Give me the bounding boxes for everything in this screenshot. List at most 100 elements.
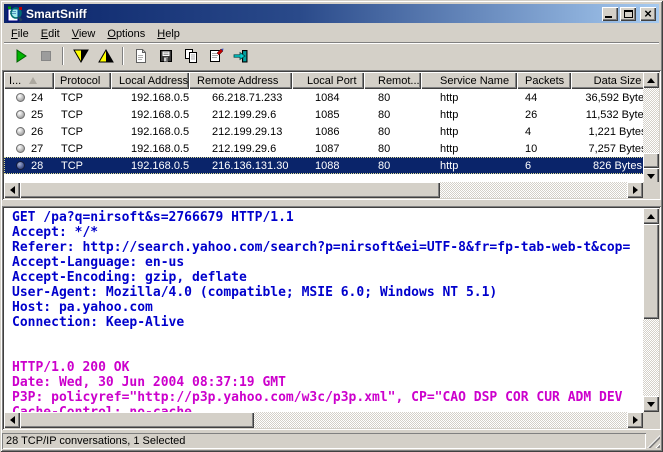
scroll-left-button[interactable]	[4, 412, 20, 428]
scrollbar-corner	[643, 412, 659, 428]
resize-grip[interactable]	[647, 435, 660, 448]
scrollbar-corner	[643, 182, 659, 198]
conversation-icon	[16, 127, 25, 136]
scroll-right-button[interactable]	[627, 412, 643, 428]
table-horizontal-scrollbar[interactable]	[4, 182, 643, 198]
table-body: 24 TCP 192.168.0.5 66.218.71.233 1084 80…	[4, 89, 659, 174]
viewer-vertical-scrollbar[interactable]	[643, 208, 659, 412]
arrow-right-icon	[633, 186, 642, 194]
status-text: 28 TCP/IP conversations, 1 Selected	[6, 435, 185, 447]
properties-icon	[208, 48, 224, 64]
clear-button[interactable]	[129, 45, 152, 67]
start-capture-icon	[13, 48, 29, 64]
arrow-up-icon	[647, 210, 655, 219]
stop-capture-button[interactable]	[34, 45, 57, 67]
exit-door-icon	[233, 48, 249, 64]
exit-button[interactable]	[229, 45, 252, 67]
window-title: SmartSniff	[26, 7, 602, 21]
display-filter-button[interactable]	[94, 45, 117, 67]
table-row[interactable]: 24 TCP 192.168.0.5 66.218.71.233 1084 80…	[4, 89, 659, 106]
funnel-up-icon	[97, 48, 115, 64]
arrow-up-icon	[647, 74, 655, 83]
properties-button[interactable]	[204, 45, 227, 67]
request-line: GET /pa?q=nirsoft&s=2766679 HTTP/1.1	[12, 210, 643, 225]
window-frame: SmartSniff × File Edit View Options Help	[0, 0, 663, 452]
arrow-down-icon	[647, 402, 655, 411]
response-line: Cache-Control: no-cache	[12, 405, 643, 412]
title-bar[interactable]: SmartSniff ×	[4, 4, 659, 23]
minimize-button[interactable]	[602, 7, 618, 21]
request-response-gap	[12, 330, 643, 360]
menu-edit[interactable]: Edit	[35, 26, 66, 42]
scroll-down-button[interactable]	[643, 396, 659, 412]
table-row[interactable]: 27 TCP 192.168.0.5 212.199.29.6 1087 80 …	[4, 140, 659, 157]
viewer-horizontal-scrollbar[interactable]	[4, 412, 643, 428]
arrow-left-icon	[6, 416, 15, 424]
table-row[interactable]: 26 TCP 192.168.0.5 212.199.29.13 1086 80…	[4, 123, 659, 140]
conversation-icon	[16, 110, 25, 119]
save-button[interactable]	[154, 45, 177, 67]
conversation-icon	[16, 144, 25, 153]
minimize-icon	[605, 16, 612, 18]
conversation-icon	[16, 161, 25, 170]
horizontal-scroll-thumb[interactable]	[20, 182, 440, 198]
menu-file[interactable]: File	[5, 26, 35, 42]
response-line: P3P: policyref="http://p3p.yahoo.com/w3c…	[12, 390, 643, 405]
menu-help[interactable]: Help	[151, 26, 186, 42]
request-line: Accept-Encoding: gzip, deflate	[12, 270, 643, 285]
arrow-left-icon	[6, 186, 15, 194]
toolbar	[4, 42, 659, 69]
toolbar-separator	[122, 47, 124, 65]
request-line: Host: pa.yahoo.com	[12, 300, 643, 315]
maximize-icon	[624, 10, 633, 18]
close-icon: ×	[644, 9, 652, 19]
copy-icon	[183, 48, 199, 64]
clear-page-icon	[133, 48, 149, 64]
column-header-remote-port[interactable]: Remot...	[364, 72, 421, 89]
response-line: Date: Wed, 30 Jun 2004 08:37:19 GMT	[12, 375, 643, 390]
request-line: Accept-Language: en-us	[12, 255, 643, 270]
packet-data-viewer[interactable]: GET /pa?q=nirsoft&s=2766679 HTTP/1.1 Acc…	[2, 206, 661, 430]
smartsniff-window: SmartSniff × File Edit View Options Help	[0, 0, 663, 452]
conversation-icon	[16, 93, 25, 102]
app-icon	[7, 6, 23, 22]
vertical-scroll-thumb[interactable]	[643, 224, 659, 319]
sort-ascending-icon	[29, 77, 37, 84]
conversations-list: I... Protocol Local Address Remote Addre…	[2, 70, 661, 200]
packet-data-text: GET /pa?q=nirsoft&s=2766679 HTTP/1.1 Acc…	[4, 208, 643, 412]
menu-bar: File Edit View Options Help	[4, 25, 659, 42]
save-icon	[158, 48, 174, 64]
table-row-selected[interactable]: 28 TCP 192.168.0.5 216.136.131.30 1088 8…	[4, 157, 659, 174]
capture-filter-button[interactable]	[69, 45, 92, 67]
menu-options[interactable]: Options	[101, 26, 151, 42]
start-capture-button[interactable]	[9, 45, 32, 67]
table-vertical-scrollbar[interactable]	[643, 72, 659, 184]
column-header-local-port[interactable]: Local Port	[292, 72, 364, 89]
close-button[interactable]: ×	[640, 7, 656, 21]
stop-capture-icon	[38, 48, 54, 64]
table-row[interactable]: 25 TCP 192.168.0.5 212.199.29.6 1085 80 …	[4, 106, 659, 123]
column-header-packets[interactable]: Packets	[517, 72, 571, 89]
column-header-service-name[interactable]: Service Name	[421, 72, 517, 89]
horizontal-scroll-thumb[interactable]	[20, 412, 254, 428]
column-header-local-address[interactable]: Local Address	[111, 72, 189, 89]
scroll-up-button[interactable]	[643, 72, 659, 88]
scroll-left-button[interactable]	[4, 182, 20, 198]
status-panel: 28 TCP/IP conversations, 1 Selected	[2, 433, 646, 449]
maximize-button[interactable]	[620, 7, 636, 21]
column-header-protocol[interactable]: Protocol	[54, 72, 111, 89]
request-line: Connection: Keep-Alive	[12, 315, 643, 330]
menu-view[interactable]: View	[66, 26, 102, 42]
arrow-right-icon	[633, 416, 642, 424]
vertical-scroll-thumb[interactable]	[643, 153, 659, 168]
copy-button[interactable]	[179, 45, 202, 67]
funnel-down-icon	[72, 48, 90, 64]
column-header-index[interactable]: I...	[4, 72, 54, 89]
request-line: Accept: */*	[12, 225, 643, 240]
scroll-right-button[interactable]	[627, 182, 643, 198]
column-header-remote-address[interactable]: Remote Address	[189, 72, 292, 89]
scroll-up-button[interactable]	[643, 208, 659, 224]
toolbar-separator	[62, 47, 64, 65]
status-bar: 28 TCP/IP conversations, 1 Selected	[2, 432, 661, 450]
response-line: HTTP/1.0 200 OK	[12, 360, 643, 375]
